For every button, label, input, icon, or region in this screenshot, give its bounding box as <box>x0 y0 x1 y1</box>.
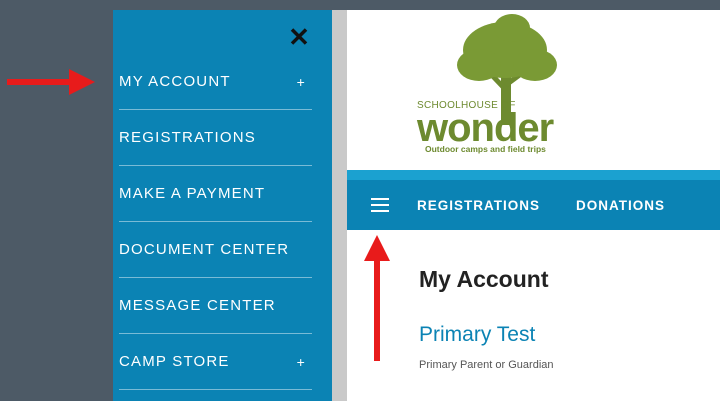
drawer-item-make-a-payment[interactable]: MAKE A PAYMENT <box>119 166 312 222</box>
drawer-item-message-center[interactable]: MESSAGE CENTER <box>119 278 312 334</box>
nav-item-registrations[interactable]: REGISTRATIONS <box>417 198 540 213</box>
site-logo[interactable]: SCHOOLHOUSE OF wonder Outdoor camps and … <box>417 10 577 160</box>
main-content: SCHOOLHOUSE OF wonder Outdoor camps and … <box>347 10 720 401</box>
drawer-item-label: MESSAGE CENTER <box>119 297 276 314</box>
side-drawer: ✕ MY ACCOUNT + REGISTRATIONS MAKE A PAYM… <box>113 10 332 401</box>
annotation-arrow-up-icon <box>364 235 390 361</box>
drawer-item-registrations[interactable]: REGISTRATIONS <box>119 110 312 166</box>
annotation-arrow-right-icon <box>7 69 95 95</box>
user-role: Primary Parent or Guardian <box>419 359 554 371</box>
scrollbar[interactable] <box>332 10 347 401</box>
nav-item-donations[interactable]: DONATIONS <box>576 198 665 213</box>
drawer-item-label: DOCUMENT CENTER <box>119 241 290 258</box>
drawer-item-camp-store[interactable]: CAMP STORE + <box>119 334 312 390</box>
hamburger-icon[interactable] <box>371 194 389 216</box>
drawer-item-my-account[interactable]: MY ACCOUNT + <box>119 54 312 110</box>
close-icon[interactable]: ✕ <box>288 24 310 50</box>
user-name-link[interactable]: Primary Test <box>419 323 535 347</box>
expand-plus-icon[interactable]: + <box>297 354 306 370</box>
drawer-item-label: MAKE A PAYMENT <box>119 185 266 202</box>
drawer-item-label: CAMP STORE <box>119 353 230 370</box>
drawer-menu: MY ACCOUNT + REGISTRATIONS MAKE A PAYMEN… <box>119 54 312 390</box>
drawer-item-label: REGISTRATIONS <box>119 129 256 146</box>
expand-plus-icon[interactable]: + <box>297 74 306 90</box>
drawer-item-document-center[interactable]: DOCUMENT CENTER <box>119 222 312 278</box>
logo-tagline: Outdoor camps and field trips <box>425 144 546 154</box>
top-navbar: REGISTRATIONS DONATIONS <box>347 170 720 230</box>
drawer-item-label: MY ACCOUNT <box>119 73 231 90</box>
page-title: My Account <box>419 266 549 292</box>
